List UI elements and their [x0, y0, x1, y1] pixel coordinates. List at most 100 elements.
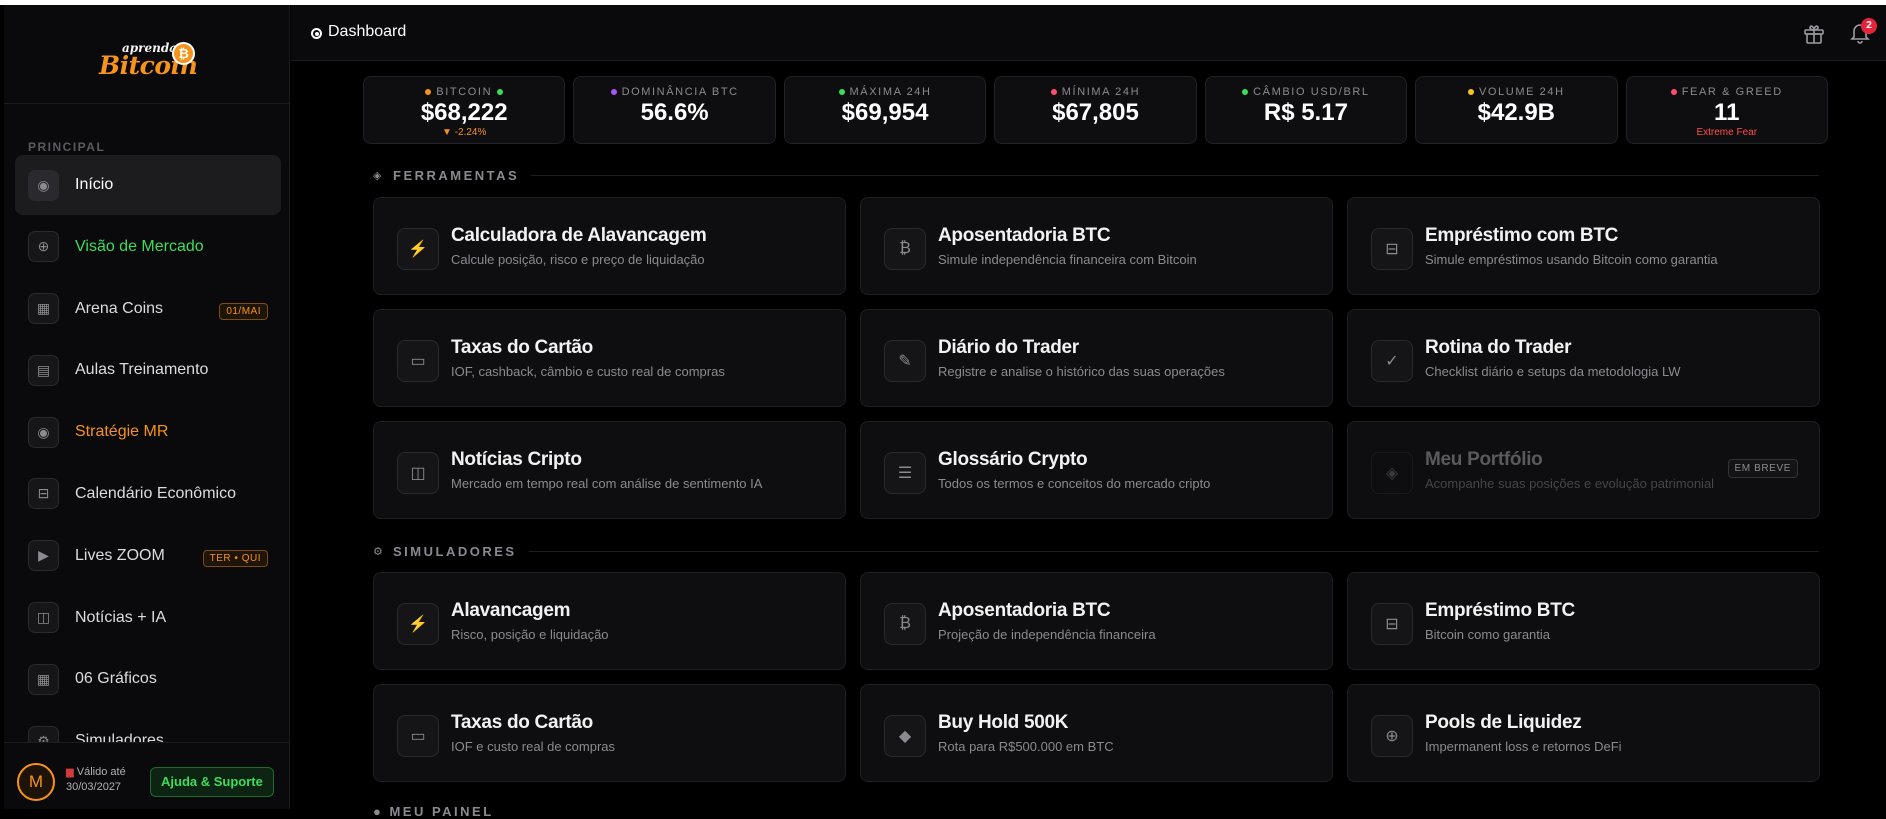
stat-label: BITCOIN: [364, 86, 564, 98]
card-description: Calcule posição, risco e preço de liquid…: [451, 252, 705, 267]
stat-label-text: FEAR & GREED: [1681, 86, 1783, 98]
stat-card[interactable]: BITCOIN $68,222 ▼ -2.24%: [363, 76, 566, 144]
sidebar-footer: M ▆ Válido até 30/03/2027 Ajuda & Suport…: [4, 742, 290, 809]
card-description: Simule empréstimos usando Bitcoin como g…: [1425, 252, 1718, 267]
card-title: Aposentadoria BTC: [938, 225, 1111, 246]
sidebar-item-label: Calendário Econômico: [75, 484, 236, 502]
status-dot-icon: [1050, 89, 1057, 95]
sidebar-item-noticias-ia[interactable]: ◫ Notícias + IA: [15, 588, 281, 648]
sidebar-item-label: Aulas Treinamento: [75, 361, 209, 379]
sidebar-item-visao-de-mercado[interactable]: ⊕ Visão de Mercado: [15, 217, 281, 277]
sidebar-item-label: Stratégie MR: [75, 423, 169, 441]
tool-card-taxas-do-cartao[interactable]: ▭ Taxas do Cartão IOF, cashback, câmbio e …: [373, 309, 846, 407]
card-description: Acompanhe suas posições e evolução patri…: [1425, 476, 1715, 491]
card-title: Taxas do Cartão: [451, 337, 593, 358]
tool-card-taxas-do-cartao[interactable]: ▭ Taxas do Cartão IOF e custo real de comp…: [373, 684, 846, 782]
tool-card-aposentadoria-btc[interactable]: ₿ Aposentadoria BTC Simule independência f…: [860, 197, 1333, 295]
notification-count-badge: 2: [1861, 18, 1877, 34]
globe-icon: ⊕: [1371, 715, 1413, 757]
bolt-icon: ⚡: [397, 228, 439, 270]
card-icon: ▭: [397, 715, 439, 757]
card-title: Pools de Liquidez: [1425, 712, 1582, 733]
grid-icon: ▦: [28, 663, 59, 695]
simuladores-grid: ⚡ Alavancagem Risco, posição e liquidação ₿…: [373, 572, 1820, 782]
section-title: SIMULADORES: [393, 543, 517, 559]
sidebar-item-lives-zoom[interactable]: ▶ Lives ZOOM TER • QUI: [15, 526, 281, 586]
stat-label-text: BITCOIN: [436, 86, 493, 98]
card-description: Projeção de independência financeira: [938, 627, 1156, 642]
sidebar-item-arena-coins[interactable]: ▦ Arena Coins 01/MAI: [15, 279, 281, 339]
sidebar-item-label: Início: [75, 176, 114, 193]
avatar[interactable]: M: [17, 763, 55, 801]
card-title: Glossário Crypto: [938, 449, 1088, 470]
card-description: Registre e analise o histórico das suas …: [938, 364, 1225, 379]
page-title: Dashboard: [328, 23, 407, 40]
stat-card[interactable]: MÍNIMA 24H $67,805: [994, 76, 1197, 144]
card-title: Aposentadoria BTC: [938, 600, 1111, 621]
store-icon: ▦: [28, 293, 59, 325]
stat-label-text: DOMINÂNCIA BTC: [621, 86, 739, 98]
stat-card[interactable]: CÂMBIO USD/BRL R$ 5.17: [1204, 76, 1408, 144]
ferramentas-grid: ⚡ Calculadora de Alavancagem Calcule posiç…: [373, 197, 1820, 519]
tool-card-noticias-cripto[interactable]: ◫ Notícias Cripto Mercado em tempo real co…: [373, 421, 846, 519]
card-description: Todos os termos e conceitos do mercado c…: [938, 476, 1211, 491]
status-dot-icon: [1242, 89, 1249, 95]
section-title: FERRAMENTAS: [393, 167, 520, 183]
gift-icon[interactable]: [1802, 22, 1826, 46]
section-meu-painel: ● MEU PAINEL: [373, 804, 494, 819]
tool-card-calculadora-de-alavancagem[interactable]: ⚡ Calculadora de Alavancagem Calcule posiç…: [373, 197, 846, 295]
stat-card[interactable]: VOLUME 24H $42.9B: [1415, 76, 1618, 144]
sidebar-item-simuladores[interactable]: ⚙ Simuladores: [15, 711, 281, 743]
status-dot-icon: [610, 89, 617, 95]
stat-label: CÂMBIO USD/BRL: [1206, 86, 1406, 98]
card-description: Checklist diário e setups da metodologia…: [1425, 364, 1681, 379]
stat-subtext: ▼ -2.24%: [442, 127, 487, 138]
help-support-button[interactable]: Ajuda & Suporte: [150, 767, 274, 797]
sidebar-item-label: Lives ZOOM: [75, 546, 165, 564]
book-icon: ▤: [28, 354, 59, 386]
section-divider: [531, 174, 1819, 176]
tool-card-alavancagem[interactable]: ⚡ Alavancagem Risco, posição e liquidação: [373, 572, 846, 670]
card-title: Alavancagem: [451, 600, 571, 621]
stat-card[interactable]: DOMINÂNCIA BTC 56.6%: [573, 76, 776, 144]
stat-label: VOLUME 24H: [1416, 86, 1616, 98]
gear-icon: ⚙: [28, 725, 59, 743]
card-title: Empréstimo com BTC: [1425, 225, 1619, 246]
diamond-icon: ◈: [1371, 452, 1413, 494]
card-title: Diário do Trader: [938, 337, 1079, 358]
sidebar-item-calendario-economico[interactable]: ⊟ Calendário Econômico: [15, 464, 281, 524]
target-icon: ◉: [28, 416, 59, 448]
tool-card-buy-hold-500k[interactable]: ◆ Buy Hold 500K Rota para R$500.000 em BTC: [860, 684, 1333, 782]
globe-icon: ⊕: [28, 231, 59, 263]
bitcoin-icon: ₿: [884, 228, 926, 270]
status-dot-icon: [1670, 89, 1677, 95]
stat-card[interactable]: FEAR & GREED 11 Extreme Fear: [1625, 76, 1828, 144]
live-dot-icon: [497, 89, 504, 95]
stat-card[interactable]: MÁXIMA 24H $69,954: [783, 76, 987, 144]
bank-icon: ⊟: [1371, 228, 1413, 270]
card-title: Calculadora de Alavancagem: [451, 225, 707, 246]
sidebar-item-06-graficos[interactable]: ▦ 06 Gráficos: [15, 649, 281, 709]
sidebar-item-aulas-treinamento[interactable]: ▤ Aulas Treinamento: [15, 340, 281, 400]
tool-card-aposentadoria-btc[interactable]: ₿ Aposentadoria BTC Projeção de independên…: [860, 572, 1333, 670]
stat-label-text: VOLUME 24H: [1478, 86, 1565, 98]
stat-value: $42.9B: [1477, 99, 1556, 126]
tool-card-glossario-crypto[interactable]: ☰ Glossário Crypto Todos os termos e conce…: [860, 421, 1333, 519]
sidebar: aprenda Bitcoin ₿ PRINCIPAL ◉ Início ⊕ Visã…: [4, 5, 290, 809]
tool-card-emprestimo-com-btc[interactable]: ⊟ Empréstimo com BTC Simule empréstimos us…: [1347, 197, 1820, 295]
dashboard-icon: [311, 28, 322, 39]
tool-card-pools-de-liquidez[interactable]: ⊕ Pools de Liquidez Impermanent loss e ret…: [1347, 684, 1820, 782]
card-description: IOF, cashback, câmbio e custo real de co…: [451, 364, 725, 379]
tool-card-diario-do-trader[interactable]: ✎ Diário do Trader Registre e analise o hi…: [860, 309, 1333, 407]
stat-label: MÁXIMA 24H: [785, 86, 985, 98]
list-icon: ☰: [884, 452, 926, 494]
stat-value: $68,222: [420, 99, 508, 126]
sidebar-item-strategie-mr[interactable]: ◉ Stratégie MR: [15, 402, 281, 462]
tool-card-rotina-do-trader[interactable]: ✓ Rotina do Trader Checklist diário e setu…: [1347, 309, 1820, 407]
sidebar-item-inicio[interactable]: ◉ Início: [15, 155, 281, 215]
tool-card-emprestimo-btc[interactable]: ⊟ Empréstimo BTC Bitcoin como garantia: [1347, 572, 1820, 670]
calendar-icon: ▆: [66, 767, 74, 778]
subscription-valid-date: 30/03/2027: [66, 781, 122, 793]
section-ferramentas: ◈ FERRAMENTAS: [373, 166, 1819, 184]
logo[interactable]: aprenda Bitcoin ₿: [4, 5, 289, 104]
